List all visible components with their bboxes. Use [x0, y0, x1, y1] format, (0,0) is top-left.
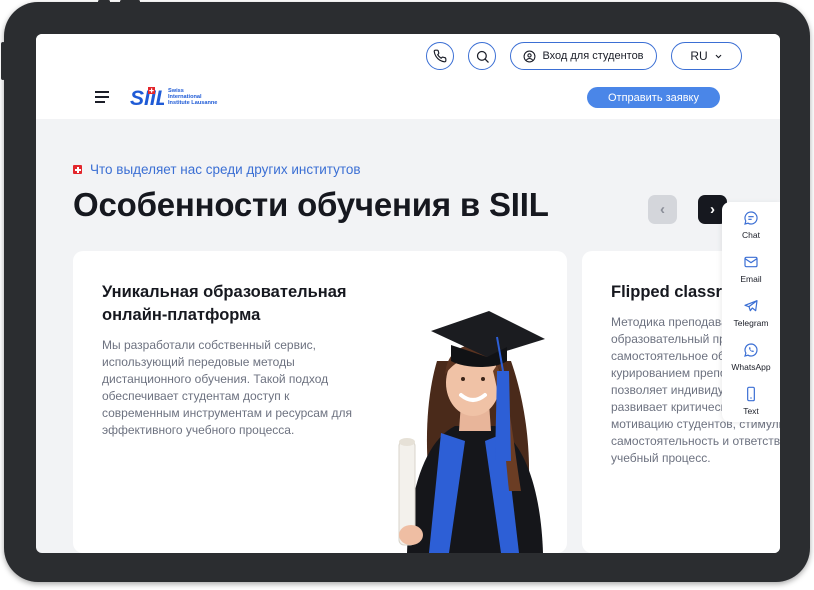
tablet-side-button	[1, 42, 5, 80]
chevron-down-icon	[715, 54, 721, 58]
whatsapp-icon	[744, 343, 758, 357]
chevron-left-icon: ‹	[660, 201, 665, 218]
contact-email-button[interactable]: Email	[722, 254, 780, 294]
card-title: Уникальная образовательная онлайн-платфо…	[102, 283, 347, 324]
search-button[interactable]	[468, 42, 496, 70]
eyebrow-text: Что выделяет нас среди других институтов	[90, 162, 361, 177]
tablet-top-button-right	[120, 0, 140, 3]
contact-sidebar: Chat Email Telegram WhatsApp Text	[722, 202, 780, 422]
phone-button[interactable]	[426, 42, 454, 70]
phone-icon	[433, 49, 447, 63]
menu-icon[interactable]	[95, 91, 109, 103]
phone-text-icon	[747, 386, 755, 402]
email-icon	[744, 256, 758, 268]
chat-icon	[744, 211, 758, 225]
swiss-flag-icon	[73, 165, 82, 174]
language-label: RU	[690, 49, 708, 63]
contact-text-button[interactable]: Text	[722, 386, 780, 426]
site-header: Вход для студентов RU SIIL Swiss Int	[36, 34, 780, 119]
carousel-prev-button[interactable]: ‹	[648, 195, 677, 224]
section-title: Особенности обучения в SIIL	[73, 186, 549, 223]
card-description: Мы разработали собственный сервис, испол…	[102, 338, 353, 437]
students-login-label: Вход для студентов	[542, 50, 644, 62]
contact-telegram-button[interactable]: Telegram	[722, 298, 780, 338]
feature-card-platform: Уникальная образовательная онлайн-платфо…	[73, 251, 567, 553]
contact-whatsapp-button[interactable]: WhatsApp	[722, 342, 780, 382]
telegram-icon	[744, 300, 758, 312]
logo-text: Swiss International Institute Lausanne	[168, 88, 218, 106]
siil-logo-mark: SIIL	[130, 86, 169, 110]
chevron-right-icon: ›	[710, 201, 715, 218]
user-icon	[523, 50, 536, 62]
search-icon	[476, 50, 489, 63]
language-selector[interactable]: RU	[671, 42, 742, 70]
contact-chat-button[interactable]: Chat	[722, 210, 780, 250]
svg-text:SIIL: SIIL	[130, 87, 164, 108]
students-login-button[interactable]: Вход для студентов	[510, 42, 657, 70]
section-eyebrow: Что выделяет нас среди других институтов	[73, 162, 361, 177]
tablet-top-button-left	[98, 0, 110, 3]
screen: Вход для студентов RU SIIL Swiss Int	[36, 34, 780, 553]
graduate-student-image	[398, 311, 545, 553]
logo[interactable]: SIIL Swiss International Institute Lausa…	[130, 86, 218, 110]
apply-button[interactable]: Отправить заявку	[587, 87, 720, 108]
